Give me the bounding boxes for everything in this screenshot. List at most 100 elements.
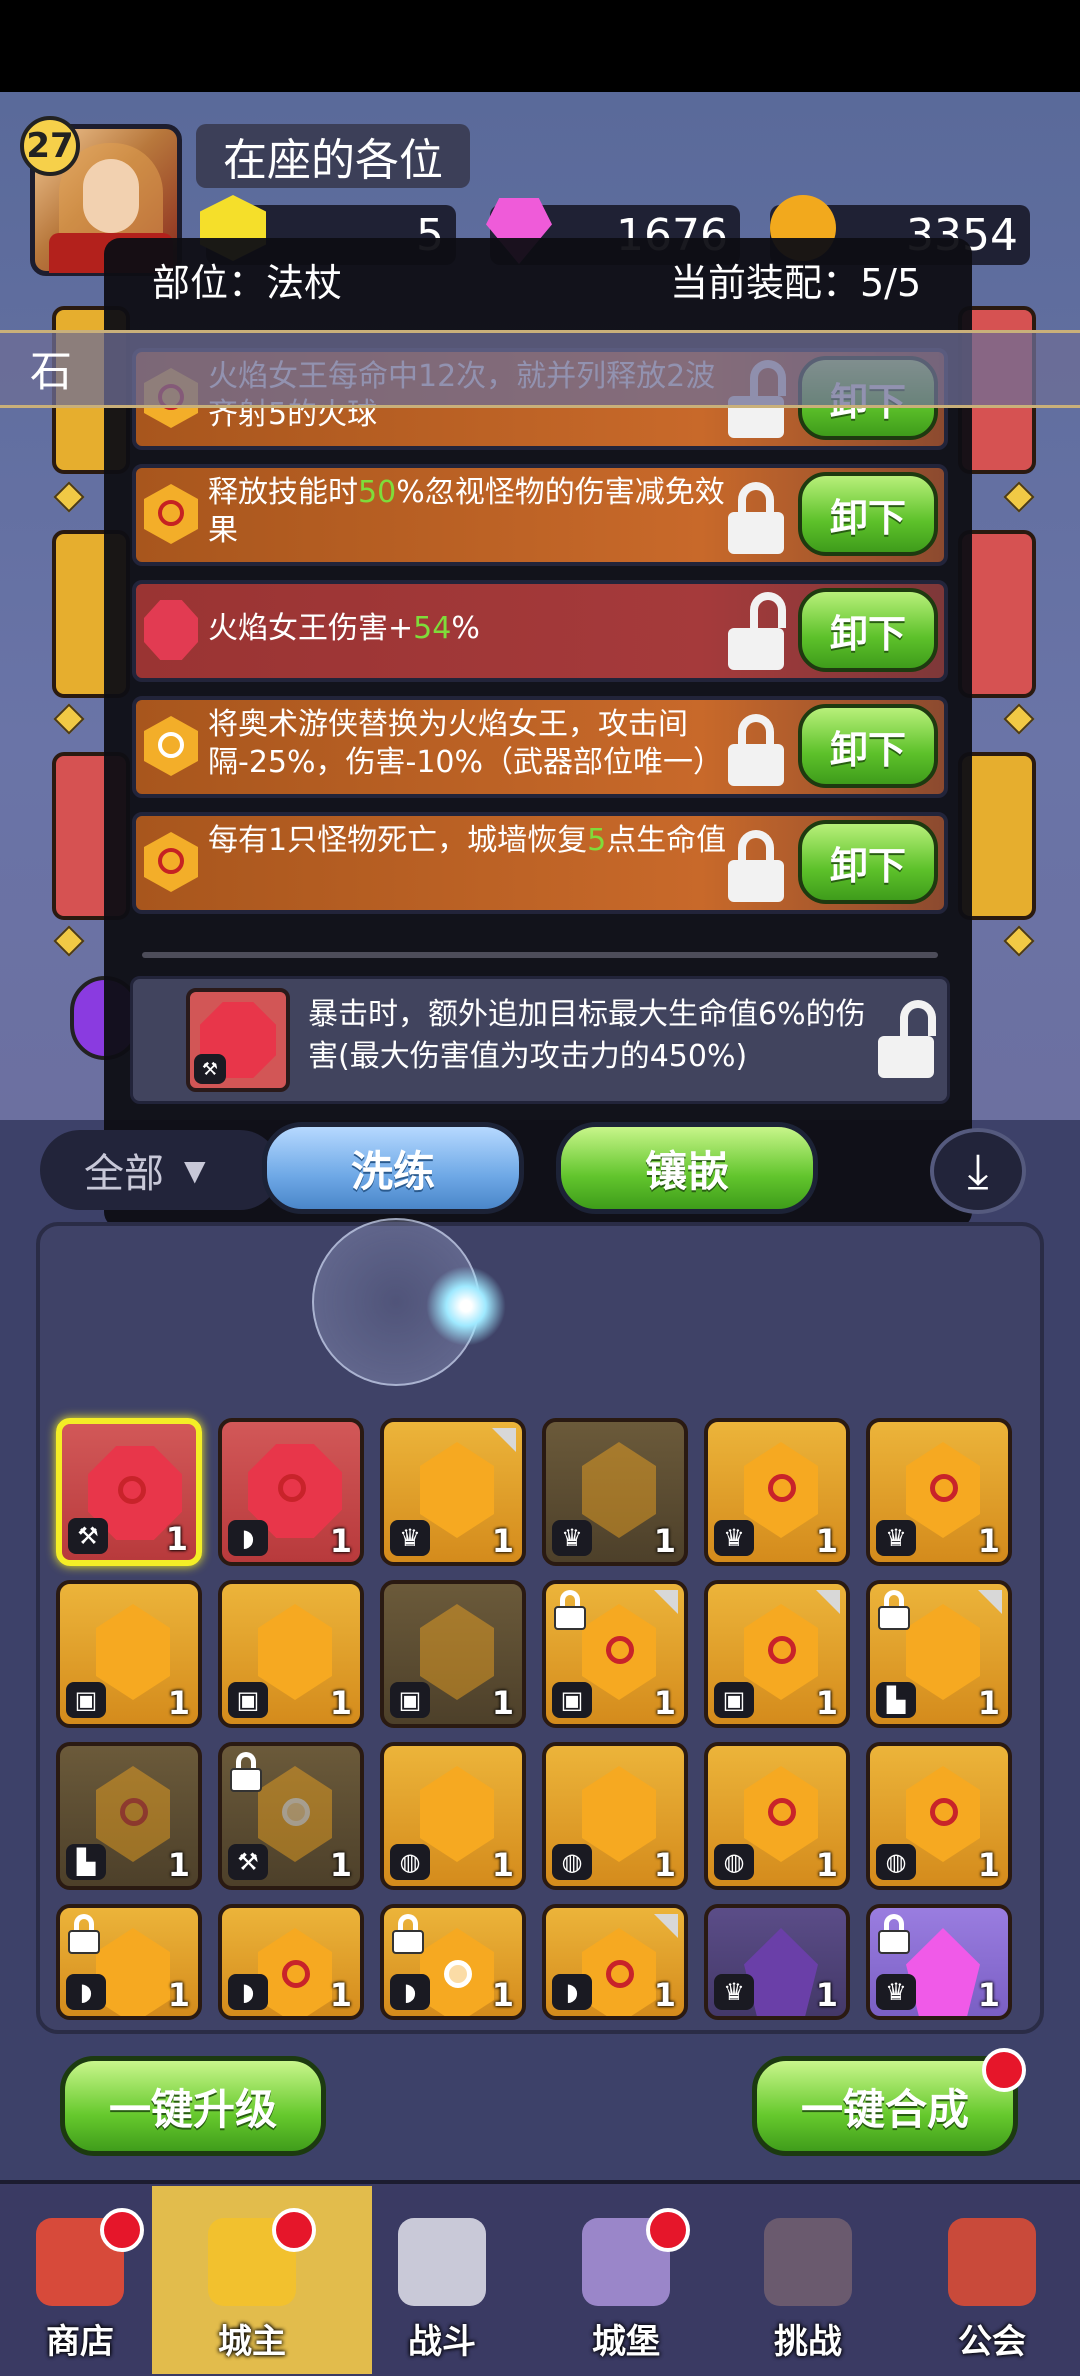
- lock-body: [728, 860, 784, 902]
- nav-item[interactable]: 城主: [162, 2186, 342, 2374]
- inventory-slot[interactable]: ♛ 1: [866, 1904, 1012, 2020]
- inventory-slot[interactable]: ◗ 1: [380, 1904, 526, 2020]
- lock-icon[interactable]: [728, 482, 784, 554]
- inventory-slot[interactable]: ◍ 1: [542, 1742, 688, 1890]
- affix-description: 释放技能时50%忽视怪物的伤害减免效果: [208, 474, 738, 550]
- inventory-slot[interactable]: ▣ 1: [704, 1580, 850, 1728]
- inventory-slot[interactable]: ♛ 1: [380, 1418, 526, 1566]
- purple-gem-icon: [744, 1928, 818, 2016]
- unequip-button[interactable]: 卸下: [798, 588, 938, 672]
- inventory-slot[interactable]: ▙ 1: [56, 1742, 202, 1890]
- inventory-slot[interactable]: ⚒ 1: [218, 1742, 364, 1890]
- ruby-gem-icon: [144, 600, 198, 660]
- slot-quantity: 1: [167, 1684, 190, 1722]
- dialog-divider: [142, 952, 938, 958]
- demon-icon: [764, 2218, 852, 2306]
- star-hex-gem-icon: [258, 1766, 332, 1862]
- inventory-slot[interactable]: ◗ 1: [218, 1418, 364, 1566]
- swirl-mark: [930, 1798, 958, 1826]
- unequip-button[interactable]: 卸下: [798, 472, 938, 556]
- inventory-slot[interactable]: ⚒ 1: [56, 1418, 202, 1566]
- staff-type-icon: ⚒: [68, 1518, 108, 1554]
- lock-body: [878, 1606, 910, 1630]
- inventory-slot[interactable]: ♛ 1: [704, 1904, 850, 2020]
- inventory-slot[interactable]: ▣ 1: [380, 1580, 526, 1728]
- slot-quantity: 1: [491, 1846, 514, 1884]
- lock-icon: [68, 1914, 100, 1954]
- socket-unlock-icon[interactable]: [878, 1000, 936, 1078]
- hex-gem-icon: [744, 1766, 818, 1862]
- hex-gem-icon: [906, 1442, 980, 1538]
- inlay-button[interactable]: 镶嵌: [556, 1122, 818, 1214]
- unequip-button[interactable]: 卸下: [798, 704, 938, 788]
- inventory-slot[interactable]: ◍ 1: [704, 1742, 850, 1890]
- new-corner-tag: [654, 1590, 678, 1614]
- crown-type-icon: ♛: [876, 1974, 916, 2010]
- hex-gem-icon: [906, 1604, 980, 1700]
- inventory-slot[interactable]: ◗ 1: [218, 1904, 364, 2020]
- inventory-slot[interactable]: ◗ 1: [542, 1904, 688, 2020]
- download-icon[interactable]: ⤓: [930, 1128, 1026, 1214]
- one-click-merge-button[interactable]: 一键合成: [752, 2056, 1018, 2156]
- lock-body: [230, 1768, 262, 1792]
- refine-button[interactable]: 洗练: [262, 1122, 524, 1214]
- hex-gem-icon: [420, 1442, 494, 1538]
- inventory-slot[interactable]: ▙ 1: [866, 1580, 1012, 1728]
- gem-swirl-mark: [158, 732, 184, 758]
- slot-quantity: 1: [167, 1846, 190, 1884]
- unequip-button[interactable]: 卸下: [798, 820, 938, 904]
- unlock-icon[interactable]: [728, 592, 786, 670]
- slot-quantity: 1: [491, 1976, 514, 2014]
- slot-quantity: 1: [977, 1846, 1000, 1884]
- inventory-slot[interactable]: ▣ 1: [56, 1580, 202, 1728]
- inventory-slot[interactable]: ◍ 1: [866, 1742, 1012, 1890]
- affix-text-suffix: 点生命值: [606, 823, 727, 858]
- one-click-upgrade-button[interactable]: 一键升级: [60, 2056, 326, 2156]
- notification-dot: [982, 2048, 1026, 2092]
- hex-gem-icon: [582, 1766, 656, 1862]
- notification-dot: [100, 2208, 144, 2252]
- affix-text-suffix: %: [451, 611, 480, 646]
- hex-gem-icon: [258, 1604, 332, 1700]
- inventory-slot[interactable]: ♛ 1: [866, 1418, 1012, 1566]
- nav-label: 挑战: [774, 2322, 842, 2362]
- banner-strip: [0, 330, 1080, 408]
- bow-type-icon: ◗: [228, 1520, 268, 1556]
- inventory-slot[interactable]: ◗ 1: [56, 1904, 202, 2020]
- affix-value: 5: [587, 823, 607, 858]
- nav-item[interactable]: 城堡: [536, 2186, 716, 2374]
- inventory-slot[interactable]: ◍ 1: [380, 1742, 526, 1890]
- nav-item[interactable]: 商店: [0, 2186, 170, 2374]
- swords-icon: [398, 2218, 486, 2306]
- nav-label: 城堡: [592, 2322, 660, 2362]
- slot-quantity: 1: [167, 1976, 190, 2014]
- filter-dropdown[interactable]: 全部 ▼: [40, 1130, 280, 1210]
- swirl-mark: [278, 1474, 306, 1502]
- inventory-slot[interactable]: ▣ 1: [542, 1580, 688, 1728]
- hex-gem-icon: [96, 1928, 170, 2016]
- swirl-mark: [768, 1474, 796, 1502]
- armor-type-icon: ▣: [228, 1682, 268, 1718]
- inventory-slot[interactable]: ♛ 1: [542, 1418, 688, 1566]
- player-name: 在座的各位: [196, 124, 470, 188]
- slot-quantity: 1: [329, 1976, 352, 2014]
- lock-icon[interactable]: [728, 714, 784, 786]
- nav-item[interactable]: 公会: [902, 2186, 1080, 2374]
- slot-quantity: 1: [977, 1976, 1000, 2014]
- new-corner-tag: [492, 1428, 516, 1452]
- lock-body: [68, 1930, 100, 1954]
- filter-label: 全部: [84, 1151, 164, 1197]
- slot-quantity: 1: [491, 1522, 514, 1560]
- inventory-slot[interactable]: ▣ 1: [218, 1580, 364, 1728]
- lock-icon[interactable]: [728, 830, 784, 902]
- crown-type-icon: ♛: [552, 1520, 592, 1556]
- swirl-mark: [768, 1798, 796, 1826]
- avatar-face: [83, 159, 139, 233]
- nav-item[interactable]: 战斗: [352, 2186, 532, 2374]
- nav-item[interactable]: 挑战: [718, 2186, 898, 2374]
- slot-quantity: 1: [165, 1520, 188, 1558]
- staff-type-icon: ⚒: [194, 1054, 226, 1084]
- slot-quantity: 1: [329, 1684, 352, 1722]
- swirl-mark: [930, 1474, 958, 1502]
- inventory-slot[interactable]: ♛ 1: [704, 1418, 850, 1566]
